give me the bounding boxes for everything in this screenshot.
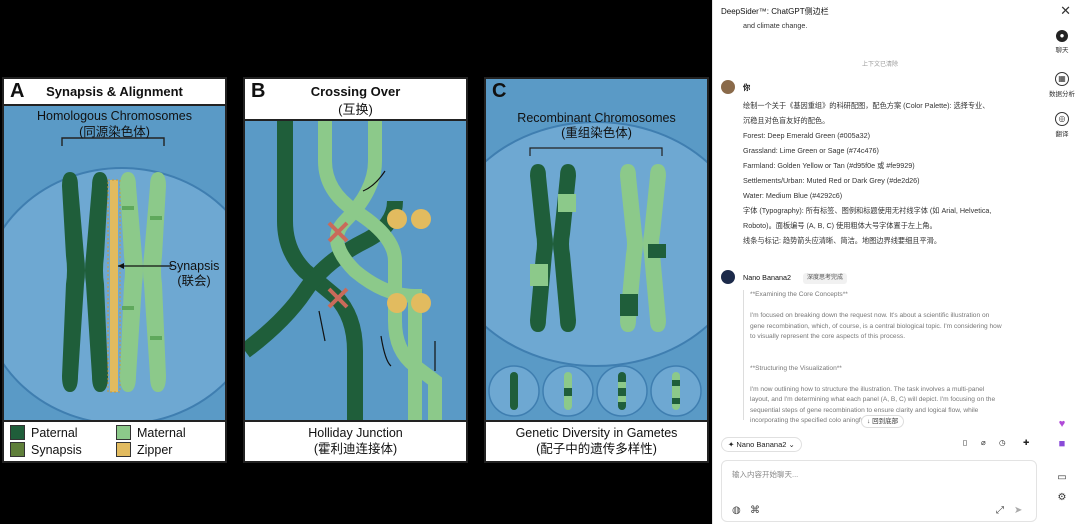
link-icon[interactable]: ⌘ [750,505,760,516]
attach-icon[interactable]: ⌀ [981,438,986,447]
user-name: 你 [743,83,751,92]
close-icon[interactable]: ✕ [1060,3,1071,19]
panel-c-label-en: Recombinant Chromosomes [517,111,676,125]
panel-c-header: C [486,79,707,104]
thinking-done-badge[interactable]: 深度思考完成 [803,273,848,284]
prev-message-tail: and climate change. [743,21,808,30]
user-line: 线条与标记: 趋势箭头应清晰、简洁。地图边界线要细且平滑。 [743,236,942,245]
book-icon[interactable]: ▯ [963,438,967,447]
thinking-line: I'm now outlining how to structure the i… [750,385,985,393]
rail-item-translate[interactable]: ◎ 翻译 [1043,112,1080,138]
panel-c-illustration [486,121,707,417]
legend-synapsis: Synapsis [10,442,82,457]
thinking-line: gene recombination, which, of course, is… [750,322,1002,330]
panel-c-label-zh: (重组染色体) [561,126,632,140]
bot-name: Nano Banana2 [743,273,791,282]
sidebar-rail: ● 聊天 ▦ 数据分析 ◎ 翻译 ♥ ■ ▭ ⚙ [1043,22,1080,524]
panel-c-body: Recombinant Chromosomes (重组染色体) [486,104,707,424]
note-icon[interactable]: ▭ [1043,472,1080,483]
gift-icon[interactable]: ■ [1043,438,1080,450]
panel-c-letter: C [492,80,507,102]
user-message: 绘制一个关于《基因重组》的科研配图，配色方案 (Color Palette): … [743,98,1039,248]
rail-item-data-analysis[interactable]: ▦ 数据分析 [1043,72,1080,98]
rail-item-chat[interactable]: ● 聊天 [1043,30,1080,54]
legend-maternal: Maternal [116,425,186,440]
thinking-line: to visually represent the core aspects o… [750,333,906,340]
chat-toolbar: ✦ Nano Banana2 ⌄ ▯ ⌀ ◷ ✚ [721,436,1039,452]
thinking-line [750,343,1039,354]
legend-paternal: Paternal [10,425,78,440]
deepsider-sidebar: DeepSider™: ChatGPT侧边栏 ✕ ● 聊天 ▦ 数据分析 ◎ 翻… [712,0,1080,524]
thinking-line: **Examining the Core Concepts** [750,291,848,298]
thinking-line: **Structuring the Visualization** [750,364,842,372]
user-line: Settlements/Urban: Muted Red or Dark Gre… [743,176,920,185]
panel-b-caption: Holliday Junction (霍利迪连接体) [245,420,466,461]
panel-b-caption-en: Holliday Junction [308,426,403,440]
synapsis-label-en: Synapsis [168,259,220,273]
panel-a-title: Synapsis & Alignment [46,84,183,99]
expand-icon[interactable]: ⤢ [996,505,1004,516]
panel-a-body: Homologous Chromosomes (同源染色体) Synapsis … [4,106,225,424]
panel-a: A Synapsis & Alignment Homologous Chromo… [2,77,227,463]
user-line: 沉稳且对色盲友好的配色。 [743,116,830,125]
translate-icon: ◎ [1055,112,1069,126]
panel-c-caption-zh: (配子中的遗传多样性) [536,442,657,456]
user-line: 绘制一个关于《基因重组》的科研配图，配色方案 (Color Palette): … [743,101,990,110]
gamete-cells [488,365,702,417]
panel-a-header: A Synapsis & Alignment [4,79,225,106]
panel-b-title-zh: (互换) [338,102,373,117]
panel-c-caption-en: Genetic Diversity in Gametes [515,426,678,440]
bot-avatar [721,270,735,284]
heart-icon[interactable]: ♥ [1043,418,1080,430]
thinking-line [750,374,1039,385]
thinking-line: layout, and I'm determining what each pa… [750,396,996,403]
panel-c: C Recombinant Chromosomes (重组染色体) Geneti… [484,77,709,463]
globe-icon[interactable]: ◍ [732,505,741,516]
panel-b: B Crossing Over (互换) Holliday Junction (… [243,77,468,463]
user-line: Forest: Deep Emerald Green (#005a32) [743,131,871,140]
thinking-line: I'm focused on breaking down the request… [750,312,990,319]
user-line: 字体 (Typography): 所有标签、图例和标题使用无衬线字体 (如 Ar… [743,206,992,215]
user-line: Water: Medium Blue (#4292c6) [743,191,843,200]
thinking-panel: **Examining the Core Concepts** I'm focu… [743,290,1039,424]
image-viewer: A Synapsis & Alignment Homologous Chromo… [0,0,712,524]
panel-b-header: B Crossing Over (互换) [245,79,466,121]
legend-zipper: Zipper [116,442,172,457]
back-to-bottom-button[interactable]: ↓ 回到底部 [861,415,905,428]
settings-icon[interactable]: ⚙ [1043,492,1080,503]
user-avatar [721,80,735,94]
panel-a-label-zh: (同源染色体) [79,125,150,139]
model-icon: ✦ [728,440,735,449]
model-selector[interactable]: ✦ Nano Banana2 ⌄ [721,437,802,452]
new-chat-icon[interactable]: ✚ [1023,438,1029,447]
data-analysis-icon: ▦ [1055,72,1069,86]
panel-b-caption-zh: (霍利迪连接体) [313,442,398,456]
panel-a-label-en: Homologous Chromosomes [37,109,192,123]
panel-b-title: Crossing Over [310,84,401,99]
user-line: Roboto)。面板编号 (A, B, C) 使用粗体大号字体置于左上角。 [743,221,937,230]
chat-input-box[interactable]: 输入内容开始聊天... ◍ ⌘ ⤢ ➤ [721,460,1037,522]
panel-c-caption: Genetic Diversity in Gametes (配子中的遗传多样性) [486,420,707,461]
context-divider: 上下文已清除 [861,62,898,68]
chat-history[interactable]: and climate change. 上下文已清除 你 绘制一个关于《基因重组… [721,18,1039,433]
panel-a-legend: Paternal Maternal Synapsis Zipper [4,420,225,461]
user-line: Grassland: Lime Green or Sage (#74c476) [743,146,879,155]
panel-b-body [245,121,466,424]
arrow-down-icon: ↓ [867,418,871,425]
chat-icon: ● [1056,30,1068,42]
send-icon[interactable]: ➤ [1014,505,1022,516]
thinking-line [750,353,1039,364]
chevron-down-icon: ⌄ [788,440,795,449]
user-line: Farmland: Golden Yellow or Tan (#d95f0e … [743,161,915,170]
chat-input-placeholder[interactable]: 输入内容开始聊天... [732,469,798,480]
crossing-over-illustration [245,121,442,424]
synapsis-label-zh: (联会) [177,274,211,288]
history-icon[interactable]: ◷ [999,438,1006,447]
sidebar-title: DeepSider™: ChatGPT侧边栏 [721,7,829,16]
thinking-line [750,301,1039,312]
